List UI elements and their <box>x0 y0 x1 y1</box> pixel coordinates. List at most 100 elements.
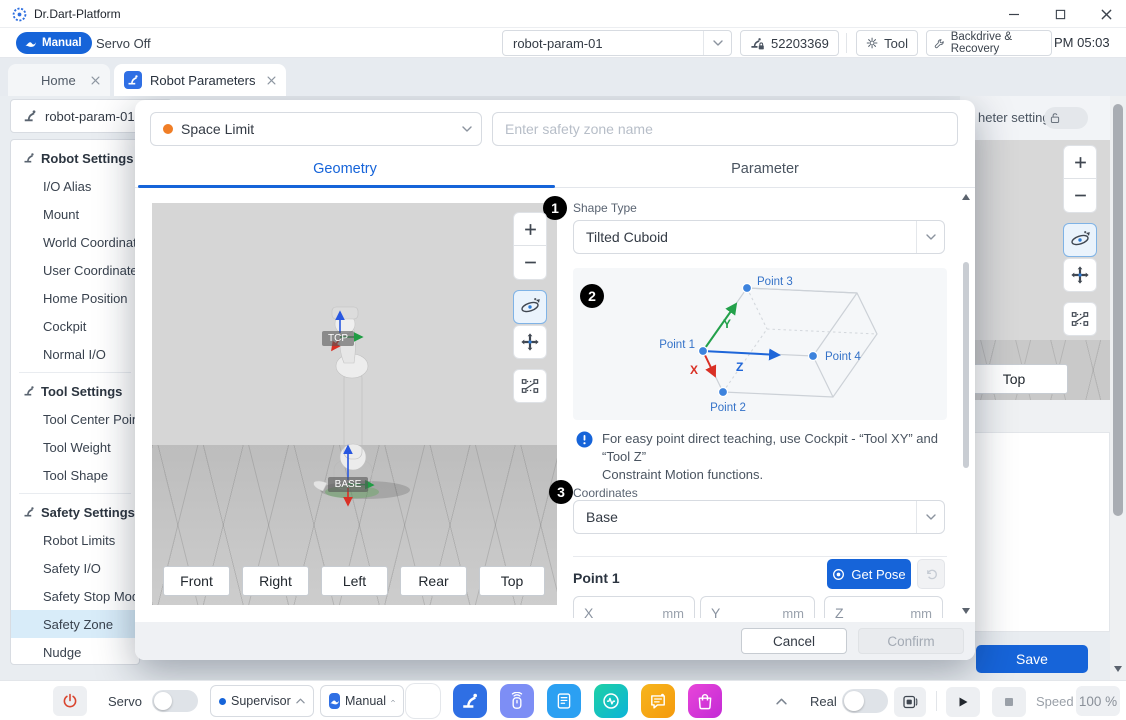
divider <box>573 556 947 557</box>
servo-status-text: Servo Off <box>96 36 151 51</box>
bg-measure-button[interactable] <box>1063 302 1097 336</box>
sidebar-item-tool-center-point[interactable]: Tool Center Point <box>11 405 139 433</box>
dialog-scroll-up-icon[interactable] <box>962 194 970 200</box>
clock-text: PM 05:03 <box>1054 35 1110 50</box>
dock-app-remote-control-icon[interactable] <box>500 684 534 718</box>
operation-mode-select[interactable]: Manual <box>320 685 404 717</box>
sidebar-item-robot-limits[interactable]: Robot Limits <box>11 526 139 554</box>
tool-button[interactable]: Tool <box>856 30 918 56</box>
sidebar-item-safety-zone[interactable]: Safety Zone <box>11 610 139 638</box>
base-label: BASE <box>328 477 368 492</box>
sidebar-item-home-position[interactable]: Home Position <box>11 284 139 312</box>
robot-3d-viewport[interactable]: TCP BASE Front Right Left Rear Top <box>152 203 557 605</box>
zone-type-select[interactable]: Space Limit <box>150 112 482 146</box>
pose-y-field[interactable]: Y mm <box>700 596 815 618</box>
dock-app-monitoring-icon[interactable] <box>594 684 628 718</box>
shape-type-select[interactable]: Tilted Cuboid <box>573 220 945 254</box>
view-front-button[interactable]: Front <box>163 566 230 596</box>
speed-label: Speed <box>1036 694 1074 709</box>
pose-y-input[interactable] <box>720 606 782 619</box>
manual-mode-button[interactable]: Manual <box>16 32 92 54</box>
tab-robot-parameters-close-icon[interactable] <box>267 76 276 85</box>
sidebar-item-tool-weight[interactable]: Tool Weight <box>11 433 139 461</box>
robot-lock-icon <box>750 36 765 51</box>
dock-app-message-icon[interactable] <box>641 684 675 718</box>
robot-arm-icon <box>23 109 37 123</box>
close-button[interactable] <box>1086 0 1126 28</box>
robot-profile-select[interactable]: robot-param-01 <box>502 30 732 56</box>
sidebar-item-user-coordinates[interactable]: User Coordinates <box>11 256 139 284</box>
simulation-view-button[interactable] <box>894 687 926 717</box>
servo-label: Servo <box>108 694 142 709</box>
dialog-scroll-down-icon[interactable] <box>962 608 970 614</box>
pose-z-input[interactable] <box>844 606 911 619</box>
coordinates-select[interactable]: Base <box>573 500 945 534</box>
sidebar-item-safety-stop-modes[interactable]: Safety Stop Modes <box>11 582 139 610</box>
tab-home[interactable]: Home <box>8 64 110 96</box>
view-rear-button[interactable]: Rear <box>400 566 467 596</box>
bg-view-top-button[interactable]: Top <box>960 364 1068 394</box>
dock-app-home-icon[interactable] <box>406 684 440 718</box>
sidebar-item-nudge[interactable]: Nudge <box>11 638 139 665</box>
orbit-button[interactable] <box>513 290 547 324</box>
zoom-in-button[interactable] <box>513 212 547 246</box>
confirm-button[interactable]: Confirm <box>858 628 964 654</box>
section-safety-settings: Safety Settings <box>11 498 139 526</box>
bg-zoom-out-button[interactable] <box>1063 179 1097 213</box>
pose-x-input[interactable] <box>593 606 662 619</box>
sidebar-item-world-coordinates[interactable]: World Coordinates <box>11 228 139 256</box>
dock-collapse-icon[interactable] <box>776 698 787 705</box>
real-mode-toggle[interactable] <box>842 689 888 713</box>
play-button[interactable] <box>946 687 980 717</box>
power-button[interactable] <box>53 686 87 716</box>
settings-lock-toggle[interactable] <box>1044 107 1088 129</box>
zone-name-input[interactable] <box>492 112 958 146</box>
dock-app-store-icon[interactable] <box>688 684 722 718</box>
sidebar-item-tool-shape[interactable]: Tool Shape <box>11 461 139 489</box>
bg-pan-button[interactable] <box>1063 258 1097 292</box>
role-select[interactable]: Supervisor <box>210 685 314 717</box>
maximize-button[interactable] <box>1040 0 1080 28</box>
divider <box>936 691 937 711</box>
reset-pose-button[interactable] <box>917 559 945 589</box>
chevron-down-icon <box>703 31 731 55</box>
pose-x-field[interactable]: X mm <box>573 596 695 618</box>
cancel-button[interactable]: Cancel <box>741 628 847 654</box>
sidebar-item-safety-io[interactable]: Safety I/O <box>11 554 139 582</box>
sidebar-item-normal-io[interactable]: Normal I/O <box>11 340 139 368</box>
tab-robot-parameters[interactable]: Robot Parameters <box>114 64 286 96</box>
dock-app-task-writer-icon[interactable] <box>547 684 581 718</box>
page-scrollbar[interactable] <box>1110 96 1126 680</box>
dialog-scrollbar-thumb[interactable] <box>963 262 969 468</box>
point-2-label: Point 2 <box>710 402 746 414</box>
zoom-out-button[interactable] <box>513 246 547 280</box>
view-top-button[interactable]: Top <box>479 566 545 596</box>
backdrive-recovery-button[interactable]: Backdrive & Recovery <box>926 30 1052 56</box>
sidebar-item-io-alias[interactable]: I/O Alias <box>11 172 139 200</box>
tab-geometry[interactable]: Geometry <box>135 150 555 188</box>
bg-orbit-button[interactable] <box>1063 223 1097 257</box>
scroll-down-icon[interactable] <box>1114 666 1122 672</box>
sidebar-robot-title: robot-param-01 <box>45 109 135 124</box>
view-right-button[interactable]: Right <box>242 566 309 596</box>
robot-serial-badge[interactable]: 52203369 <box>740 30 839 56</box>
home-icon <box>18 73 33 88</box>
minimize-button[interactable] <box>994 0 1034 28</box>
pan-button[interactable] <box>513 325 547 359</box>
sidebar-item-mount[interactable]: Mount <box>11 200 139 228</box>
dock-app-robot-parameters-icon[interactable] <box>453 684 487 718</box>
scrollbar-thumb[interactable] <box>1113 104 1123 516</box>
stop-button[interactable] <box>992 687 1026 717</box>
pose-z-field[interactable]: Z mm <box>824 596 943 618</box>
point-1-section-label: Point 1 <box>573 570 620 586</box>
measure-button[interactable] <box>513 369 547 403</box>
save-button[interactable]: Save <box>976 645 1088 673</box>
tab-parameter[interactable]: Parameter <box>555 150 975 188</box>
tab-home-close-icon[interactable] <box>91 76 100 85</box>
view-left-button[interactable]: Left <box>321 566 388 596</box>
get-pose-button[interactable]: Get Pose <box>827 559 911 589</box>
servo-toggle[interactable] <box>152 690 198 712</box>
app-dock <box>406 684 722 718</box>
bg-zoom-in-button[interactable] <box>1063 145 1097 179</box>
sidebar-item-cockpit[interactable]: Cockpit <box>11 312 139 340</box>
